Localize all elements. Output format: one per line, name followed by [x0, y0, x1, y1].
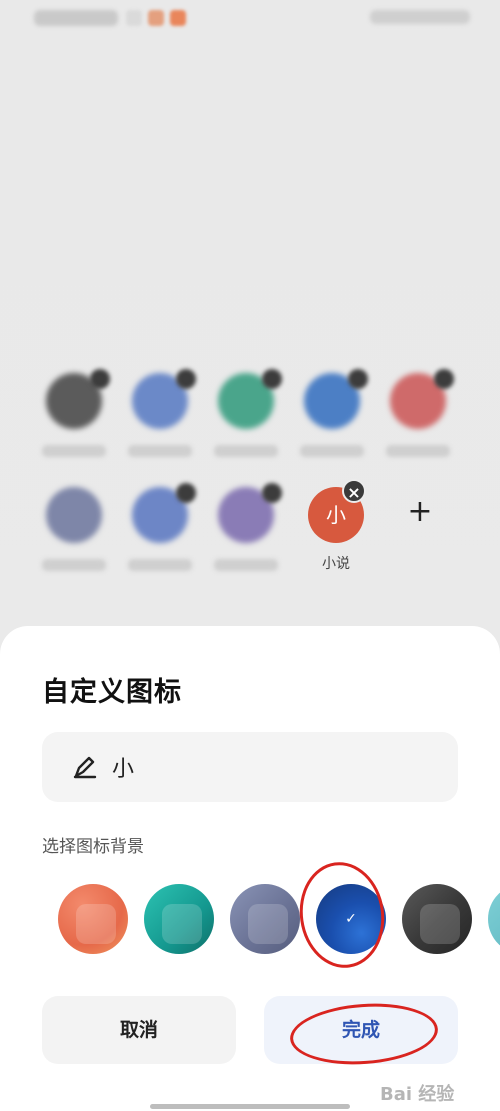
app-tile[interactable]	[28, 479, 118, 589]
remove-icon[interactable]	[262, 369, 282, 389]
app-label	[214, 559, 278, 571]
app-label	[214, 445, 278, 457]
close-icon[interactable]: ×	[342, 479, 366, 503]
notification-icon	[148, 10, 164, 26]
app-label: 小说	[322, 556, 350, 572]
app-icon	[46, 487, 102, 543]
swatch-inner	[420, 904, 460, 944]
watermark-logo: Bai 经验	[380, 1084, 455, 1105]
icon-name-input[interactable]	[112, 748, 432, 786]
status-bar	[0, 0, 500, 40]
swatch-inner	[76, 904, 116, 944]
remove-icon[interactable]	[176, 369, 196, 389]
remove-icon[interactable]	[434, 369, 454, 389]
swatch-cyan[interactable]	[488, 884, 500, 954]
background-label: 选择图标背景	[42, 837, 144, 857]
app-tile[interactable]	[200, 365, 290, 475]
remove-icon[interactable]	[176, 483, 196, 503]
app-label	[300, 445, 364, 457]
app-tile[interactable]	[114, 479, 204, 589]
app-tile[interactable]	[286, 365, 376, 475]
status-time	[34, 10, 118, 26]
app-label	[386, 445, 450, 457]
app-tile[interactable]	[114, 365, 204, 475]
sheet-title: 自定义图标	[42, 677, 182, 708]
app-label	[42, 559, 106, 571]
swatch-inner	[248, 904, 288, 944]
swatch-inner	[162, 904, 202, 944]
app-tile-novel[interactable]: 小 × 小说	[290, 479, 380, 589]
remove-icon[interactable]	[262, 483, 282, 503]
icon-name-field[interactable]	[42, 732, 458, 802]
background-swatch-list: ✓	[0, 856, 500, 966]
cancel-button[interactable]: 取消	[42, 996, 236, 1064]
app-tile[interactable]	[372, 365, 462, 475]
app-tile[interactable]	[28, 365, 118, 475]
pen-icon	[73, 756, 97, 779]
app-tile[interactable]	[200, 479, 290, 589]
app-label	[42, 445, 106, 457]
notification-icon	[126, 10, 142, 26]
add-app-button[interactable]: +	[398, 490, 442, 534]
remove-icon[interactable]	[348, 369, 368, 389]
swatch-orange[interactable]	[58, 884, 128, 954]
swatch-dark[interactable]	[402, 884, 472, 954]
app-label	[128, 559, 192, 571]
home-indicator[interactable]	[150, 1104, 350, 1109]
notification-icon	[170, 10, 186, 26]
app-label	[128, 445, 192, 457]
swatch-teal[interactable]	[144, 884, 214, 954]
customize-icon-sheet: 自定义图标 选择图标背景 ✓ 取消 完成	[0, 626, 500, 1111]
swatch-slate[interactable]	[230, 884, 300, 954]
remove-icon[interactable]	[90, 369, 110, 389]
status-indicators	[370, 10, 470, 24]
